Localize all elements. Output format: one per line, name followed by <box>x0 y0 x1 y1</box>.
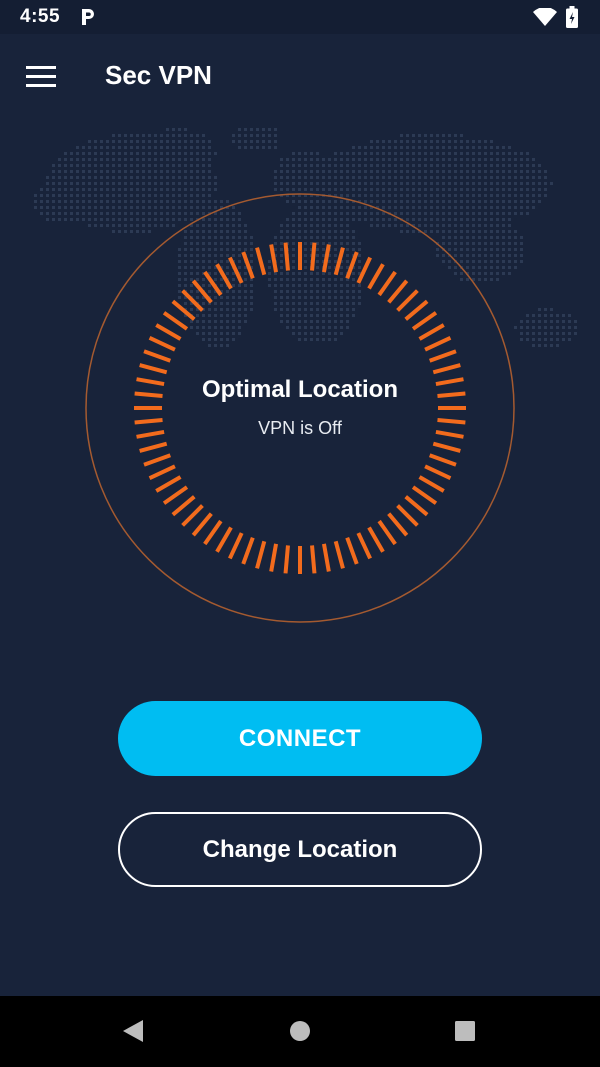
connect-button[interactable]: CONNECT <box>118 701 482 776</box>
dial-tick <box>143 453 172 467</box>
dial-tick <box>269 543 279 572</box>
dial-tick <box>432 363 461 375</box>
dial-tick <box>203 270 223 297</box>
status-bar: 4:55 <box>0 0 600 34</box>
dial-tick <box>356 256 372 284</box>
recents-icon[interactable] <box>450 1016 480 1046</box>
dial-tick <box>411 485 438 505</box>
dial-tick <box>181 289 204 312</box>
dial-tick <box>424 464 452 480</box>
dial-tick <box>404 299 429 321</box>
dial-tick <box>283 242 290 271</box>
dial-tick <box>283 545 290 574</box>
dial-tick <box>424 336 452 352</box>
dial-tick <box>171 495 196 517</box>
dial-tick <box>148 336 176 352</box>
dial-tick <box>428 349 457 363</box>
vpn-home-screen: 4:55 Sec VPN Optimal Location VPN is Off… <box>0 0 600 1067</box>
dial-tick <box>241 251 255 280</box>
location-title: Optimal Location <box>201 376 398 403</box>
dial-tick <box>148 464 176 480</box>
dial-tick <box>203 519 223 546</box>
dial-tick <box>139 441 168 453</box>
dial-tick <box>367 263 385 290</box>
dial-tick <box>345 251 359 280</box>
hamburger-menu-icon[interactable] <box>26 66 56 88</box>
dial-tick <box>215 263 233 290</box>
dial-tick <box>333 247 345 276</box>
dial-tick <box>228 532 244 560</box>
dial-tick <box>321 244 331 273</box>
home-icon[interactable] <box>285 1016 315 1046</box>
dial-tick <box>377 270 397 297</box>
wifi-icon <box>533 8 557 26</box>
dial-tick <box>162 311 189 331</box>
system-nav-bar <box>0 996 600 1067</box>
dial-tick <box>404 495 429 517</box>
dial-tick <box>333 540 345 569</box>
dial-tick <box>387 279 409 304</box>
dial-tick <box>418 323 445 341</box>
dial-tick <box>139 363 168 375</box>
change-location-button[interactable]: Change Location <box>118 812 482 887</box>
dial-tick <box>310 545 317 574</box>
dial-tick <box>255 540 267 569</box>
dial-tick <box>345 536 359 565</box>
dial-tick <box>255 247 267 276</box>
dial-tick <box>411 311 438 331</box>
dial-text: Optimal Location VPN is Off <box>0 376 600 439</box>
parking-icon <box>82 9 94 25</box>
dial-tick <box>356 532 372 560</box>
dial-tick <box>155 475 182 493</box>
dial-tick <box>162 485 189 505</box>
dial-tick <box>432 441 461 453</box>
dial-tick <box>367 526 385 553</box>
dial-tick <box>387 512 409 537</box>
dial-tick <box>228 256 244 284</box>
dial-tick <box>269 244 279 273</box>
dial-tick <box>215 526 233 553</box>
dial-tick <box>181 504 204 527</box>
dial-tick <box>191 279 213 304</box>
dial-tick <box>171 299 196 321</box>
dial-tick <box>321 543 331 572</box>
dial-tick <box>428 453 457 467</box>
status-time: 4:55 <box>20 6 61 27</box>
app-bar: Sec VPN <box>0 34 600 118</box>
dial-tick <box>418 475 445 493</box>
dial-tick <box>155 323 182 341</box>
dial-tick <box>191 512 213 537</box>
vpn-status-text: VPN is Off <box>258 418 342 438</box>
app-title: Sec VPN <box>105 60 212 90</box>
dial-tick <box>396 289 419 312</box>
back-icon[interactable] <box>117 1016 147 1046</box>
battery-icon <box>566 6 578 28</box>
dial-tick <box>310 242 317 271</box>
dial-tick <box>377 519 397 546</box>
dial-tick <box>143 349 172 363</box>
dial-tick <box>241 536 255 565</box>
dial-tick <box>396 504 419 527</box>
